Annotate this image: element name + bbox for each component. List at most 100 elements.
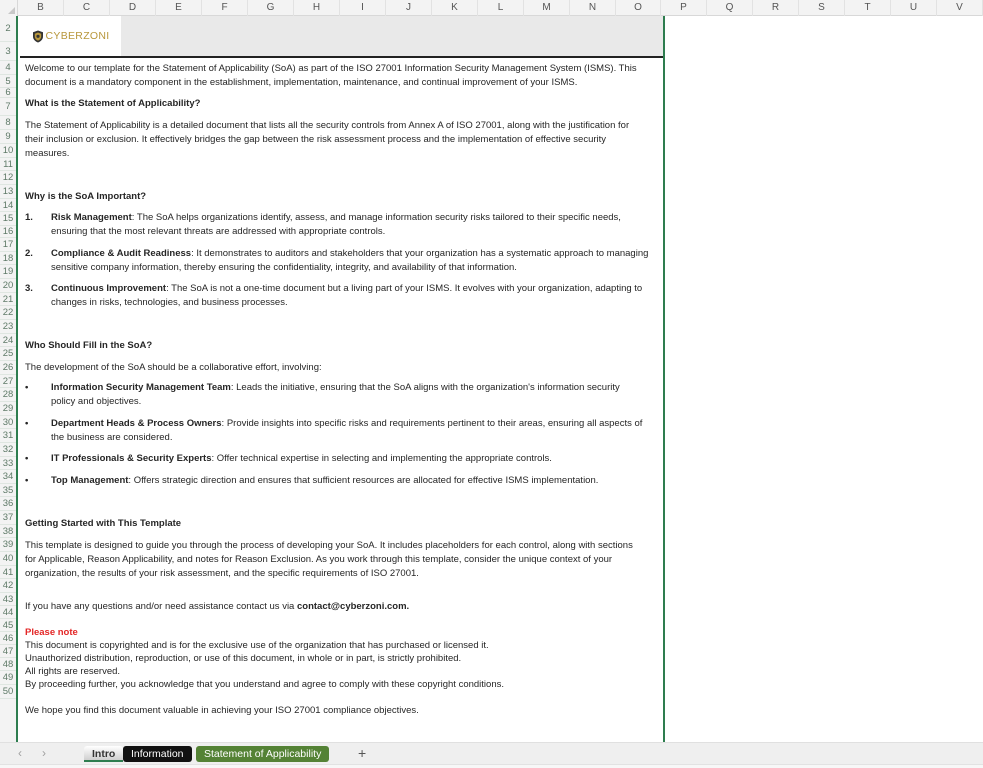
company-logo: CYBERZONI [20,16,121,56]
column-header-s[interactable]: S [799,0,845,16]
row-header-42[interactable]: 42 [0,579,16,593]
row-header-34[interactable]: 34 [0,470,16,484]
row-header-33[interactable]: 33 [0,457,16,470]
column-header-l[interactable]: L [478,0,524,16]
list-item-text: sensitive company information, thereby e… [51,262,517,273]
row-header-36[interactable]: 36 [0,497,16,511]
row-header-bar: 2 3 4 5 6 7 8 9 10 11 12 13 14 15 16 17 18 19 20 21 22 23 24 25… [0,16,18,742]
add-sheet-plus-icon[interactable]: + [358,745,366,761]
list-item-text: : Offers strategic direction and ensures… [128,475,599,486]
row-header-9[interactable]: 9 [0,130,16,144]
row-header-4[interactable]: 4 [0,61,16,75]
row-header-45[interactable]: 45 [0,619,16,632]
section-heading-why: Why is the SoA Important? [25,191,147,202]
row-header-37[interactable]: 37 [0,511,16,525]
row-header-31[interactable]: 31 [0,429,16,443]
prev-sheet-arrow-icon[interactable]: ‹ [18,746,22,760]
column-header-d[interactable]: D [110,0,156,16]
column-header-c[interactable]: C [64,0,110,16]
row-header-48[interactable]: 48 [0,658,16,671]
row-header-32[interactable]: 32 [0,443,16,457]
row-header-29[interactable]: 29 [0,402,16,416]
sheet-tab-information[interactable]: Information [123,746,192,762]
row-header-26[interactable]: 26 [0,361,16,375]
row-header-44[interactable]: 44 [0,606,16,619]
list-marker: 2. [25,248,33,259]
row-header-40[interactable]: 40 [0,552,16,566]
next-sheet-arrow-icon[interactable]: › [42,746,46,760]
row-header-28[interactable]: 28 [0,388,16,402]
row-header-18[interactable]: 18 [0,252,16,265]
section-heading-getting-started: Getting Started with This Template [25,518,182,529]
bullet-marker: • [25,382,29,393]
column-header-r[interactable]: R [753,0,799,16]
row-header-24[interactable]: 24 [0,334,16,347]
column-header-k[interactable]: K [432,0,478,16]
row-header-13[interactable]: 13 [0,185,16,199]
row-header-47[interactable]: 47 [0,645,16,658]
note-line: This document is copyrighted and is for … [25,640,489,651]
row-header-10[interactable]: 10 [0,144,16,158]
row-header-25[interactable]: 25 [0,347,16,361]
please-note-heading: Please note [25,627,78,638]
row-header-46[interactable]: 46 [0,632,16,645]
note-line: Unauthorized distribution, reproduction,… [25,653,462,664]
select-all-corner[interactable] [0,0,18,16]
list-item-text: : Leads the initiative, ensuring that th… [230,382,620,393]
row-header-17[interactable]: 17 [0,238,16,252]
column-header-t[interactable]: T [845,0,891,16]
column-header-b[interactable]: B [18,0,64,16]
column-header-n[interactable]: N [570,0,616,16]
column-header-q[interactable]: Q [707,0,753,16]
shield-icon [32,30,43,42]
row-header-27[interactable]: 27 [0,375,16,388]
row-header-30[interactable]: 30 [0,416,16,429]
sheet-tab-intro[interactable]: Intro [84,746,124,762]
row-header-6[interactable]: 6 [0,88,16,98]
column-header-v[interactable]: V [937,0,983,16]
closing-line: We hope you find this document valuable … [25,705,419,716]
column-header-h[interactable]: H [294,0,340,16]
row-header-11[interactable]: 11 [0,158,16,171]
sheet-tabs-bar: ‹ › Intro Information Statement of Appli… [0,742,983,764]
row-header-41[interactable]: 41 [0,566,16,579]
row-header-15[interactable]: 15 [0,212,16,226]
row-header-20[interactable]: 20 [0,279,16,293]
column-header-j[interactable]: J [386,0,432,16]
row-header-19[interactable]: 19 [0,265,16,279]
column-header-f[interactable]: F [202,0,248,16]
row-header-3[interactable]: 3 [0,42,16,61]
column-header-m[interactable]: M [524,0,570,16]
list-item-text: : The SoA helps organizations identify, … [131,212,621,223]
row-header-12[interactable]: 12 [0,171,16,185]
row-header-35[interactable]: 35 [0,484,16,497]
row-header-16[interactable]: 16 [0,226,16,238]
column-header-i[interactable]: I [340,0,386,16]
logo-text: CYBERZONI [45,30,110,42]
list-item-lead: Continuous Improvement [51,283,167,294]
empty-cells-area[interactable] [665,16,983,742]
contact-email-link[interactable]: contact@cyberzoni.com. [297,601,409,612]
column-header-o[interactable]: O [616,0,661,16]
list-marker: 3. [25,283,33,294]
row-header-23[interactable]: 23 [0,320,16,334]
list-item-text: policy and objectives. [51,396,142,407]
row-header-7[interactable]: 7 [0,98,16,116]
list-item-text: : The SoA is not a one-time document but… [166,283,643,294]
column-header-p[interactable]: P [661,0,707,16]
row-header-49[interactable]: 49 [0,671,16,685]
row-header-50[interactable]: 50 [0,685,16,699]
column-header-u[interactable]: U [891,0,937,16]
row-header-21[interactable]: 21 [0,293,16,306]
what-line: The Statement of Applicability is a deta… [25,120,630,131]
row-header-22[interactable]: 22 [0,306,16,320]
sheet-tab-statement-of-applicability[interactable]: Statement of Applicability [196,746,330,762]
row-header-39[interactable]: 39 [0,538,16,552]
column-header-e[interactable]: E [156,0,202,16]
row-header-2[interactable]: 2 [0,16,16,42]
row-header-43[interactable]: 43 [0,593,16,606]
row-header-8[interactable]: 8 [0,116,16,130]
row-header-14[interactable]: 14 [0,199,16,212]
column-header-g[interactable]: G [248,0,294,16]
row-header-38[interactable]: 38 [0,525,16,538]
